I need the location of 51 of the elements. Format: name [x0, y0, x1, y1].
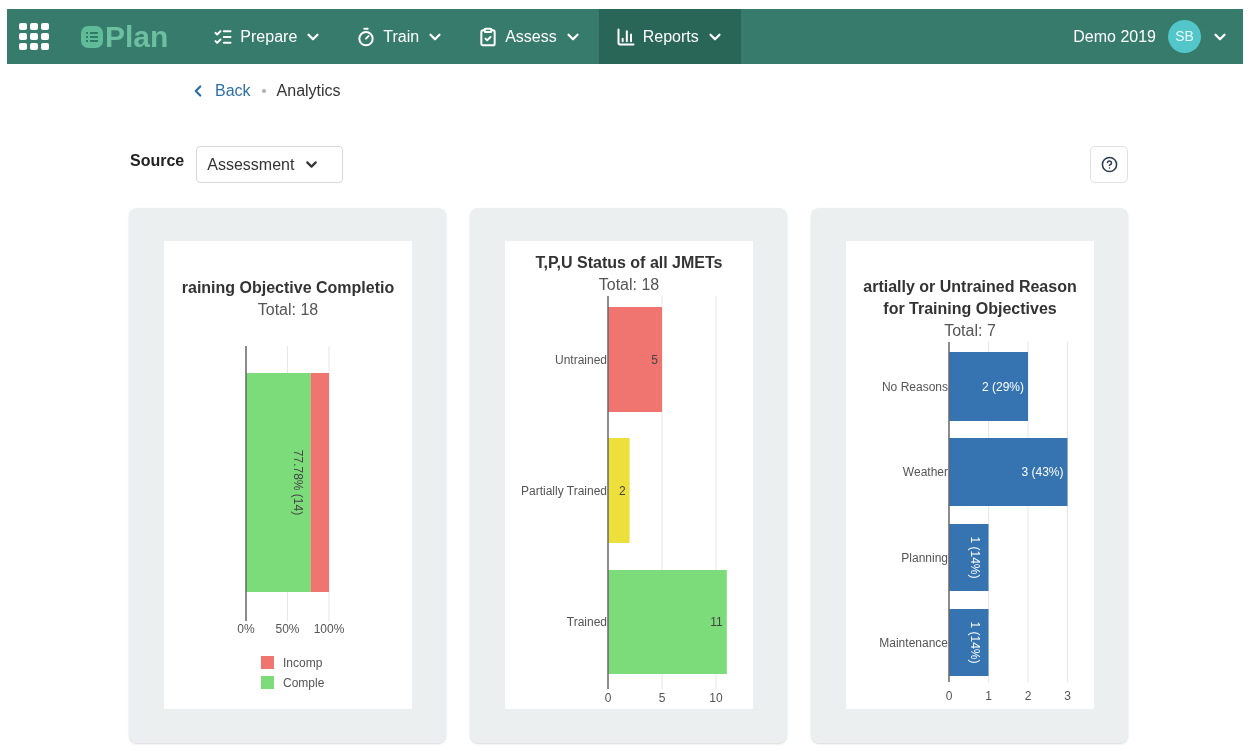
category-label: Maintenance [879, 635, 948, 650]
tick-label: 50% [275, 622, 300, 636]
category-label: Planning [901, 550, 948, 565]
user-name: Demo 2019 [1073, 26, 1156, 47]
chart-title: artially or Untrained Reason for Training Objectives [863, 277, 1077, 319]
clipboard-check-icon [478, 26, 499, 47]
tick-label: 0% [237, 622, 255, 636]
nav-menu[interactable]: Train [339, 9, 462, 64]
help-button[interactable] [1090, 146, 1128, 183]
tick-label: 0 [945, 689, 953, 703]
apps-grid-icon[interactable] [19, 22, 49, 51]
nav-menu[interactable]: Assess [461, 9, 599, 64]
tick-label: 0 [604, 691, 612, 705]
tick-label: 5 [658, 691, 666, 705]
legend-label: Incomp [283, 656, 323, 670]
stopwatch-icon [356, 26, 377, 47]
category-label: Weather [902, 465, 948, 479]
breadcrumb-current: Analytics [276, 81, 341, 101]
list-logo-icon [81, 25, 103, 48]
data-label: 77.78% (14) [290, 449, 305, 516]
tick-label: 1 [985, 689, 992, 703]
legend-label: Comple [283, 676, 325, 690]
tick-label: 10 [709, 691, 723, 705]
data-label: 2 [618, 483, 626, 498]
data-label: 1 (14%) [968, 621, 983, 664]
tick-label: 2 [1024, 689, 1032, 703]
category-label: Partially Trained [520, 483, 607, 498]
source-dropdown[interactable]: Assessment [196, 146, 344, 183]
breadcrumb-separator-icon [261, 89, 266, 93]
help-icon [1100, 156, 1118, 173]
tick-label: 3 [1064, 689, 1071, 703]
data-label: 5 [651, 352, 658, 367]
data-label: 1 (14%) [968, 536, 983, 579]
back-link[interactable]: Back [189, 79, 251, 103]
chart-title: T,P,U Status of all JMETs [535, 253, 723, 273]
chart-subtitle: Total: 18 [598, 275, 660, 295]
tick-label: 100% [313, 622, 345, 636]
chart-title: raining Objective Completio [181, 278, 395, 298]
app-logo: Plan [105, 21, 169, 52]
category-label: Trained [566, 615, 607, 629]
data-label: 2 (29%) [981, 379, 1024, 394]
nav-menu[interactable]: Prepare [196, 9, 340, 64]
data-label: 11 [710, 615, 723, 629]
bar-chart-icon [615, 26, 636, 47]
chart-subtitle: Total: 18 [257, 300, 319, 320]
data-label: 3 (43%) [1021, 465, 1064, 479]
chart-subtitle: Total: 7 [944, 321, 996, 341]
category-label: No Reasons [881, 379, 948, 394]
nav-menu[interactable]: Reports [598, 9, 741, 64]
category-label: Untrained [554, 352, 607, 367]
source-label: Source [130, 151, 185, 171]
